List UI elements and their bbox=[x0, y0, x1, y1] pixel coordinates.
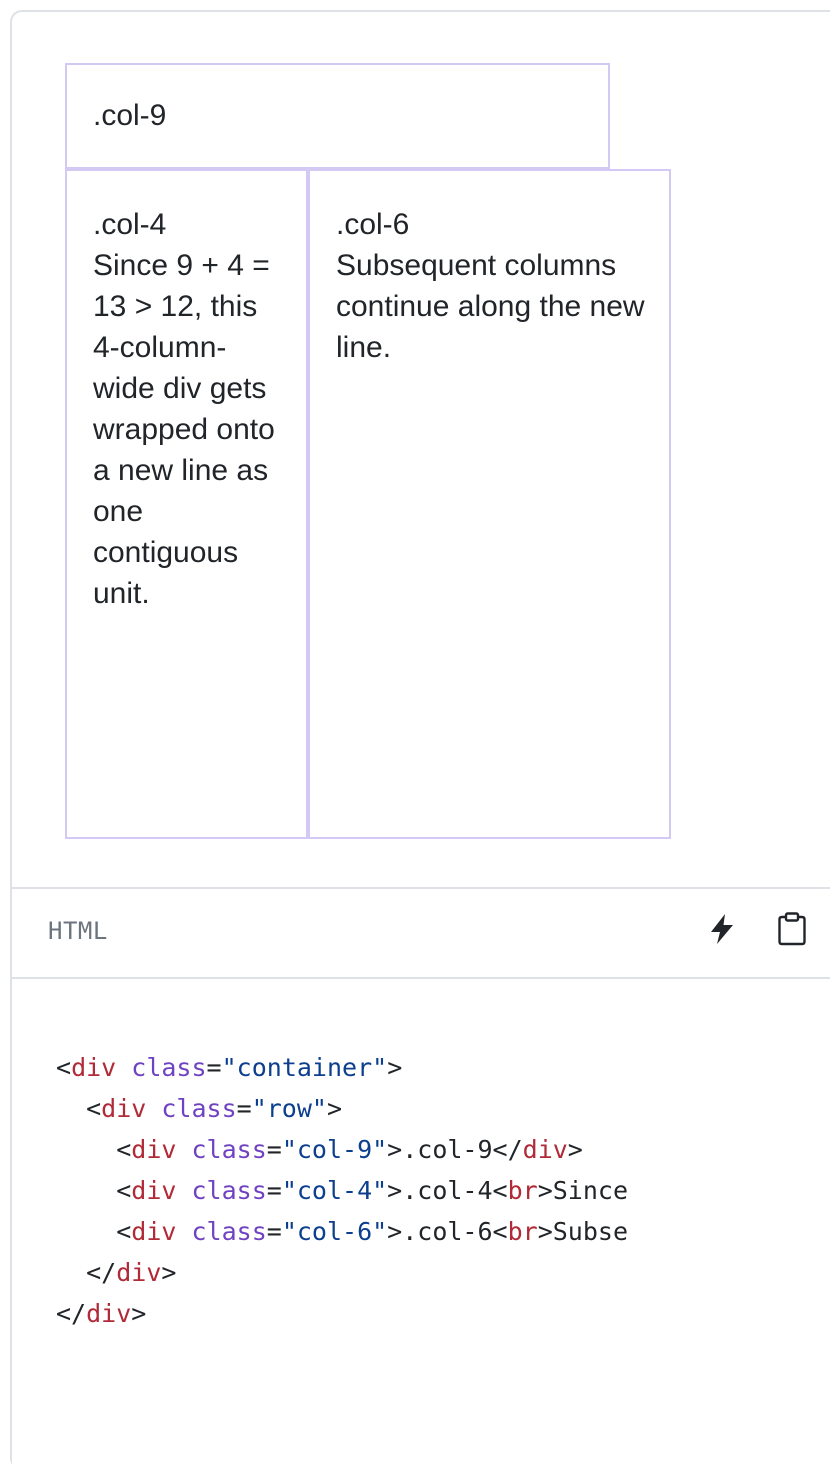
language-label: HTML bbox=[48, 917, 108, 945]
code-line: <div class="col-4">.col-4<br>Since bbox=[56, 1176, 629, 1205]
lightning-bolt-icon bbox=[711, 914, 733, 944]
code-toolbar: HTML bbox=[12, 889, 830, 977]
clipboard-icon bbox=[778, 912, 806, 946]
code-block: <div class="container"> <div class="row"… bbox=[12, 979, 830, 1472]
try-it-button[interactable] bbox=[700, 907, 744, 951]
col-6-label: .col-6 bbox=[336, 208, 410, 241]
col-9-box: .col-9 bbox=[65, 63, 610, 169]
col-4-label: .col-4 bbox=[93, 208, 167, 241]
col-9-label: .col-9 bbox=[93, 99, 167, 132]
code-line: <div class="col-6">.col-6<br>Subse bbox=[56, 1217, 629, 1246]
example-preview: .col-9 .col-4 Since 9 + 4 = 13 > 12, thi… bbox=[12, 12, 830, 887]
col-4-description: Since 9 + 4 = 13 > 12, this 4-column-wid… bbox=[93, 249, 275, 610]
code-listing: <div class="container"> <div class="row"… bbox=[56, 1047, 628, 1334]
copy-button[interactable] bbox=[770, 907, 814, 951]
col-6-box: .col-6 Subsequent columns continue along… bbox=[308, 169, 671, 839]
code-line: </div> bbox=[56, 1258, 177, 1287]
code-line: </div> bbox=[56, 1299, 147, 1328]
code-line: <div class="row"> bbox=[56, 1094, 343, 1123]
example-card: .col-9 .col-4 Since 9 + 4 = 13 > 12, thi… bbox=[10, 10, 830, 1472]
col-6-description: Subsequent columns continue along the ne… bbox=[336, 249, 645, 364]
code-line: <div class="col-9">.col-9</div> bbox=[56, 1135, 583, 1164]
code-line: <div class="container"> bbox=[56, 1053, 403, 1082]
col-4-box: .col-4 Since 9 + 4 = 13 > 12, this 4-col… bbox=[65, 169, 308, 839]
